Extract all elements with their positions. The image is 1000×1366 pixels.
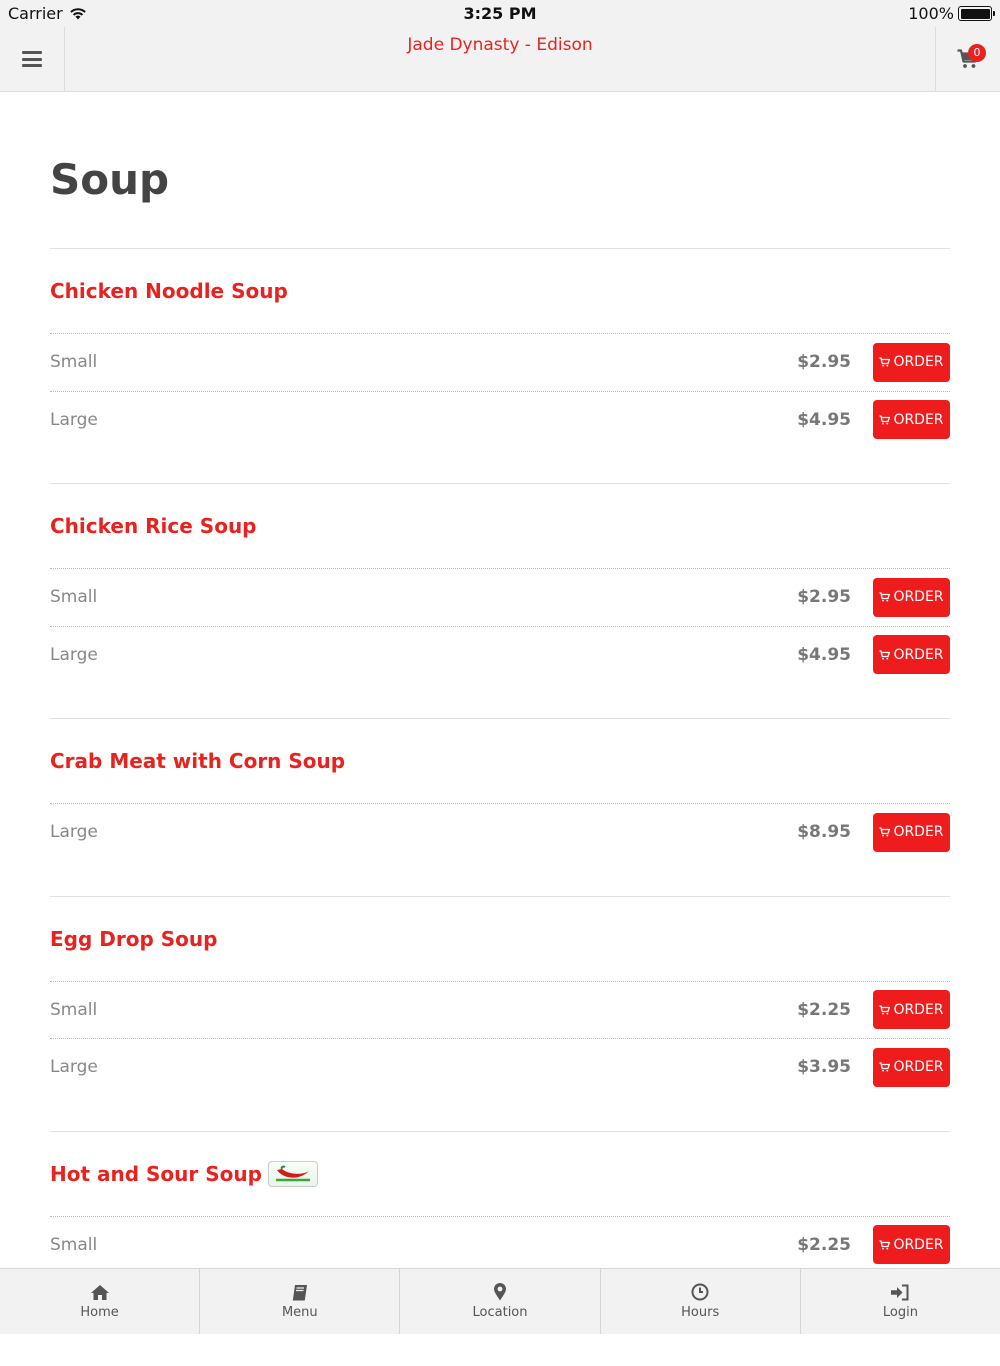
tab-login[interactable]: Login	[801, 1269, 1000, 1334]
price-option-row: Large $4.95 ORDER	[50, 625, 950, 684]
order-button-label: ORDER	[893, 1059, 944, 1076]
order-button[interactable]: ORDER	[873, 577, 950, 617]
restaurant-title: Jade Dynasty - Edison	[407, 35, 593, 55]
spicy-pepper-icon	[267, 1160, 318, 1187]
price-option-row: Small $2.25 ORDER	[50, 1215, 950, 1274]
menu-item-name: Chicken Rice Soup	[50, 514, 257, 538]
option-size: Small	[50, 587, 98, 608]
tab-home-label: Home	[80, 1304, 119, 1320]
order-button-label: ORDER	[893, 411, 944, 428]
nav-bar: Jade Dynasty - Edison 0	[0, 27, 1000, 92]
order-button-label: ORDER	[893, 589, 944, 606]
map-pin-icon	[494, 1283, 506, 1301]
cart-small-icon	[879, 827, 891, 837]
menu-item-section: Chicken Rice Soup Small $2.95 ORDER Large $4.…	[50, 483, 950, 718]
battery-indicator: 100%	[908, 4, 995, 23]
price-option-row: Small $2.95 ORDER	[50, 333, 950, 391]
cart-small-icon	[879, 650, 891, 660]
clock-icon	[691, 1283, 709, 1301]
cart-small-icon	[879, 1062, 891, 1072]
tab-location-label: Location	[472, 1305, 528, 1320]
menu-item-name: Chicken Noodle Soup	[50, 279, 288, 303]
cart-count-badge: 0	[968, 44, 986, 62]
menu-item-name: Hot and Sour Soup	[50, 1161, 262, 1186]
menu-item-section: Egg Drop Soup Small $2.25 ORDER Large $3.95 OR…	[50, 895, 950, 1131]
price-option-row: Small $2.25 ORDER	[50, 980, 950, 1039]
option-price: $2.25	[797, 1234, 851, 1255]
menu-item-title: Crab Meat with Corn Soup	[50, 719, 950, 803]
menu-item-name: Egg Drop Soup	[50, 926, 218, 951]
battery-icon	[958, 6, 995, 21]
option-price: $2.25	[797, 999, 851, 1020]
status-bar: Carrier 3:25 PM 100%	[0, 0, 1000, 27]
cart-small-icon	[879, 415, 891, 425]
option-size: Small	[50, 999, 98, 1020]
order-button-label: ORDER	[893, 824, 944, 841]
cart-small-icon	[879, 1240, 891, 1250]
option-price: $3.95	[797, 1057, 851, 1078]
home-icon	[90, 1284, 109, 1300]
book-icon	[292, 1284, 307, 1300]
price-option-row: Large $4.95 ORDER	[50, 390, 950, 449]
order-button[interactable]: ORDER	[873, 812, 950, 852]
page-title: Soup	[50, 155, 170, 204]
hamburger-icon	[22, 51, 42, 67]
menu-item-title: Egg Drop Soup	[50, 897, 950, 981]
sign-in-icon	[891, 1284, 909, 1300]
option-price: $2.95	[797, 352, 851, 373]
battery-percent: 100%	[908, 4, 954, 23]
menu-content: Soup Chicken Noodle Soup Small $2.95 ORDER L…	[50, 92, 950, 1366]
tab-location[interactable]: Location	[400, 1269, 601, 1334]
option-size: Large	[50, 822, 98, 843]
option-size: Large	[50, 409, 98, 430]
option-size: Large	[50, 1057, 98, 1078]
order-button-label: ORDER	[893, 354, 944, 371]
order-button[interactable]: ORDER	[873, 1225, 950, 1265]
order-button[interactable]: ORDER	[873, 990, 950, 1030]
tab-menu[interactable]: Menu	[200, 1269, 401, 1334]
price-option-row: Large $3.95 ORDER	[50, 1038, 950, 1096]
menu-item-name: Crab Meat with Corn Soup	[50, 749, 346, 773]
menu-item-section: Crab Meat with Corn Soup Large $8.95 ORDER	[50, 718, 950, 896]
menu-item-section: Chicken Noodle Soup Small $2.95 ORDER Large $…	[50, 248, 950, 483]
option-size: Small	[50, 352, 98, 373]
tab-login-label: Login	[882, 1304, 918, 1320]
option-price: $8.95	[797, 822, 851, 843]
option-price: $4.95	[797, 409, 851, 430]
option-price: $4.95	[797, 644, 851, 665]
status-time: 3:25 PM	[463, 4, 537, 23]
menu-item-title: Hot and Sour Soup	[50, 1132, 950, 1216]
cart-small-icon	[879, 592, 891, 602]
order-button[interactable]: ORDER	[873, 635, 950, 675]
menu-items-list: Chicken Noodle Soup Small $2.95 ORDER Large $…	[50, 248, 950, 1366]
order-button-label: ORDER	[893, 1236, 944, 1253]
cart-small-icon	[879, 1005, 891, 1015]
tab-hours[interactable]: Hours	[601, 1269, 801, 1334]
order-button[interactable]: ORDER	[873, 400, 950, 440]
cart-button[interactable]: 0	[935, 27, 1000, 91]
price-option-row: Small $2.95 ORDER	[50, 568, 950, 626]
order-button-label: ORDER	[893, 646, 944, 663]
menu-item-title: Chicken Noodle Soup	[50, 249, 950, 333]
menu-item-title: Chicken Rice Soup	[50, 484, 950, 568]
tab-home[interactable]: Home	[0, 1269, 201, 1334]
tab-hours-label: Hours	[681, 1305, 720, 1320]
order-button-label: ORDER	[893, 1001, 944, 1018]
bottom-tab-bar: Home Menu Location Hours Login	[0, 1268, 1000, 1334]
cart-small-icon	[879, 357, 891, 367]
price-option-row: Large $8.95 ORDER	[50, 803, 950, 861]
order-button[interactable]: ORDER	[873, 1047, 950, 1087]
option-size: Large	[50, 644, 98, 665]
hamburger-menu-button[interactable]	[0, 27, 65, 91]
option-price: $2.95	[797, 587, 851, 608]
tab-menu-label: Menu	[281, 1304, 318, 1320]
option-size: Small	[50, 1234, 98, 1255]
order-button[interactable]: ORDER	[873, 342, 950, 382]
